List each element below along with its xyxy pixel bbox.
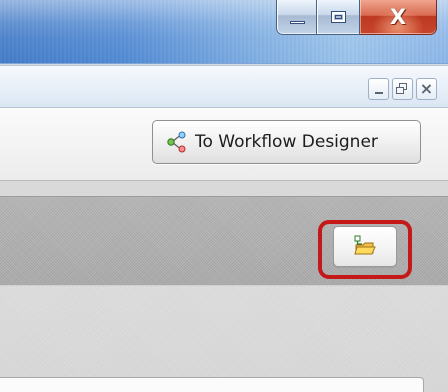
toolbar: To Workflow Designer	[0, 108, 448, 181]
maximize-icon	[331, 11, 346, 23]
workflow-designer-icon	[167, 131, 186, 153]
window-minimize-button[interactable]	[276, 0, 317, 35]
view-header: ×	[0, 65, 448, 108]
view-minimize-button[interactable]	[368, 78, 389, 100]
application-window: X × To Workflow Designer	[0, 0, 448, 392]
window-title-bar: X	[0, 0, 448, 64]
close-icon: X	[389, 5, 407, 29]
view-restore-button[interactable]	[392, 78, 413, 100]
open-folder-button[interactable]	[333, 226, 397, 267]
open-folder-icon	[354, 235, 376, 255]
to-workflow-designer-button[interactable]: To Workflow Designer	[152, 120, 421, 164]
window-maximize-button[interactable]	[317, 0, 360, 35]
view-controls: ×	[368, 78, 437, 100]
close-icon: ×	[419, 79, 434, 98]
restore-icon-front	[396, 87, 404, 94]
to-workflow-designer-label: To Workflow Designer	[195, 132, 378, 152]
window-close-button[interactable]: X	[360, 0, 437, 35]
bottom-panel	[0, 377, 424, 392]
minimize-icon	[375, 92, 383, 94]
view-close-button[interactable]: ×	[416, 78, 437, 100]
minimize-icon	[290, 21, 305, 24]
window-controls: X	[276, 0, 437, 41]
